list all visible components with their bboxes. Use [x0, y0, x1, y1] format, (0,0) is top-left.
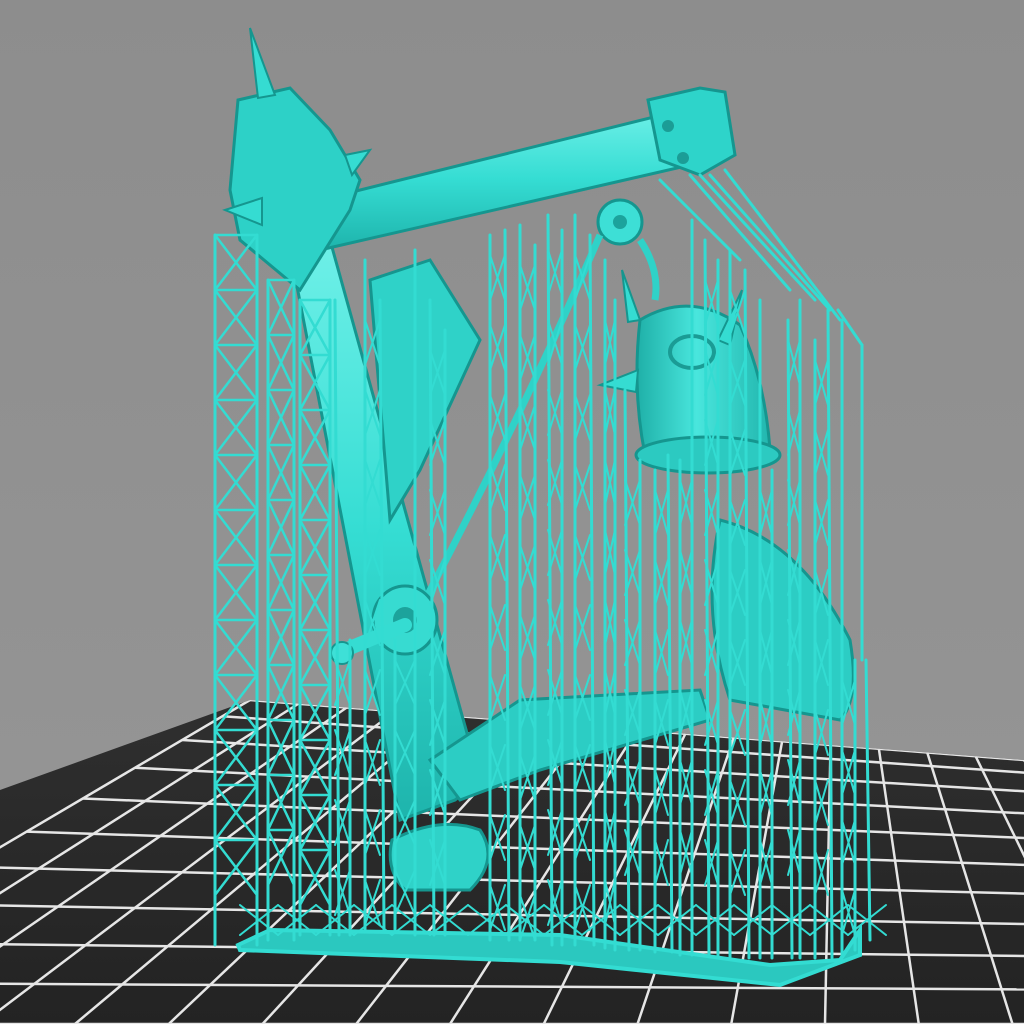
beam-bolt — [677, 152, 689, 164]
spike-icon — [621, 269, 642, 324]
spike-icon — [249, 27, 277, 100]
bell-body — [635, 304, 772, 457]
hanging-bell — [596, 269, 782, 475]
beam-bolt — [662, 120, 674, 132]
model-lower-body — [710, 518, 855, 722]
support-pillar — [708, 173, 832, 312]
catapult-top-beam — [297, 106, 715, 252]
catapult-beam-end-block — [646, 86, 737, 177]
spiked-frame — [228, 86, 362, 293]
catapult-rear-brace — [368, 258, 482, 525]
model-scene[interactable] — [0, 0, 1024, 1024]
3d-viewport[interactable] — [0, 0, 1024, 1024]
rope — [637, 238, 660, 301]
pulley-axle — [613, 215, 627, 229]
